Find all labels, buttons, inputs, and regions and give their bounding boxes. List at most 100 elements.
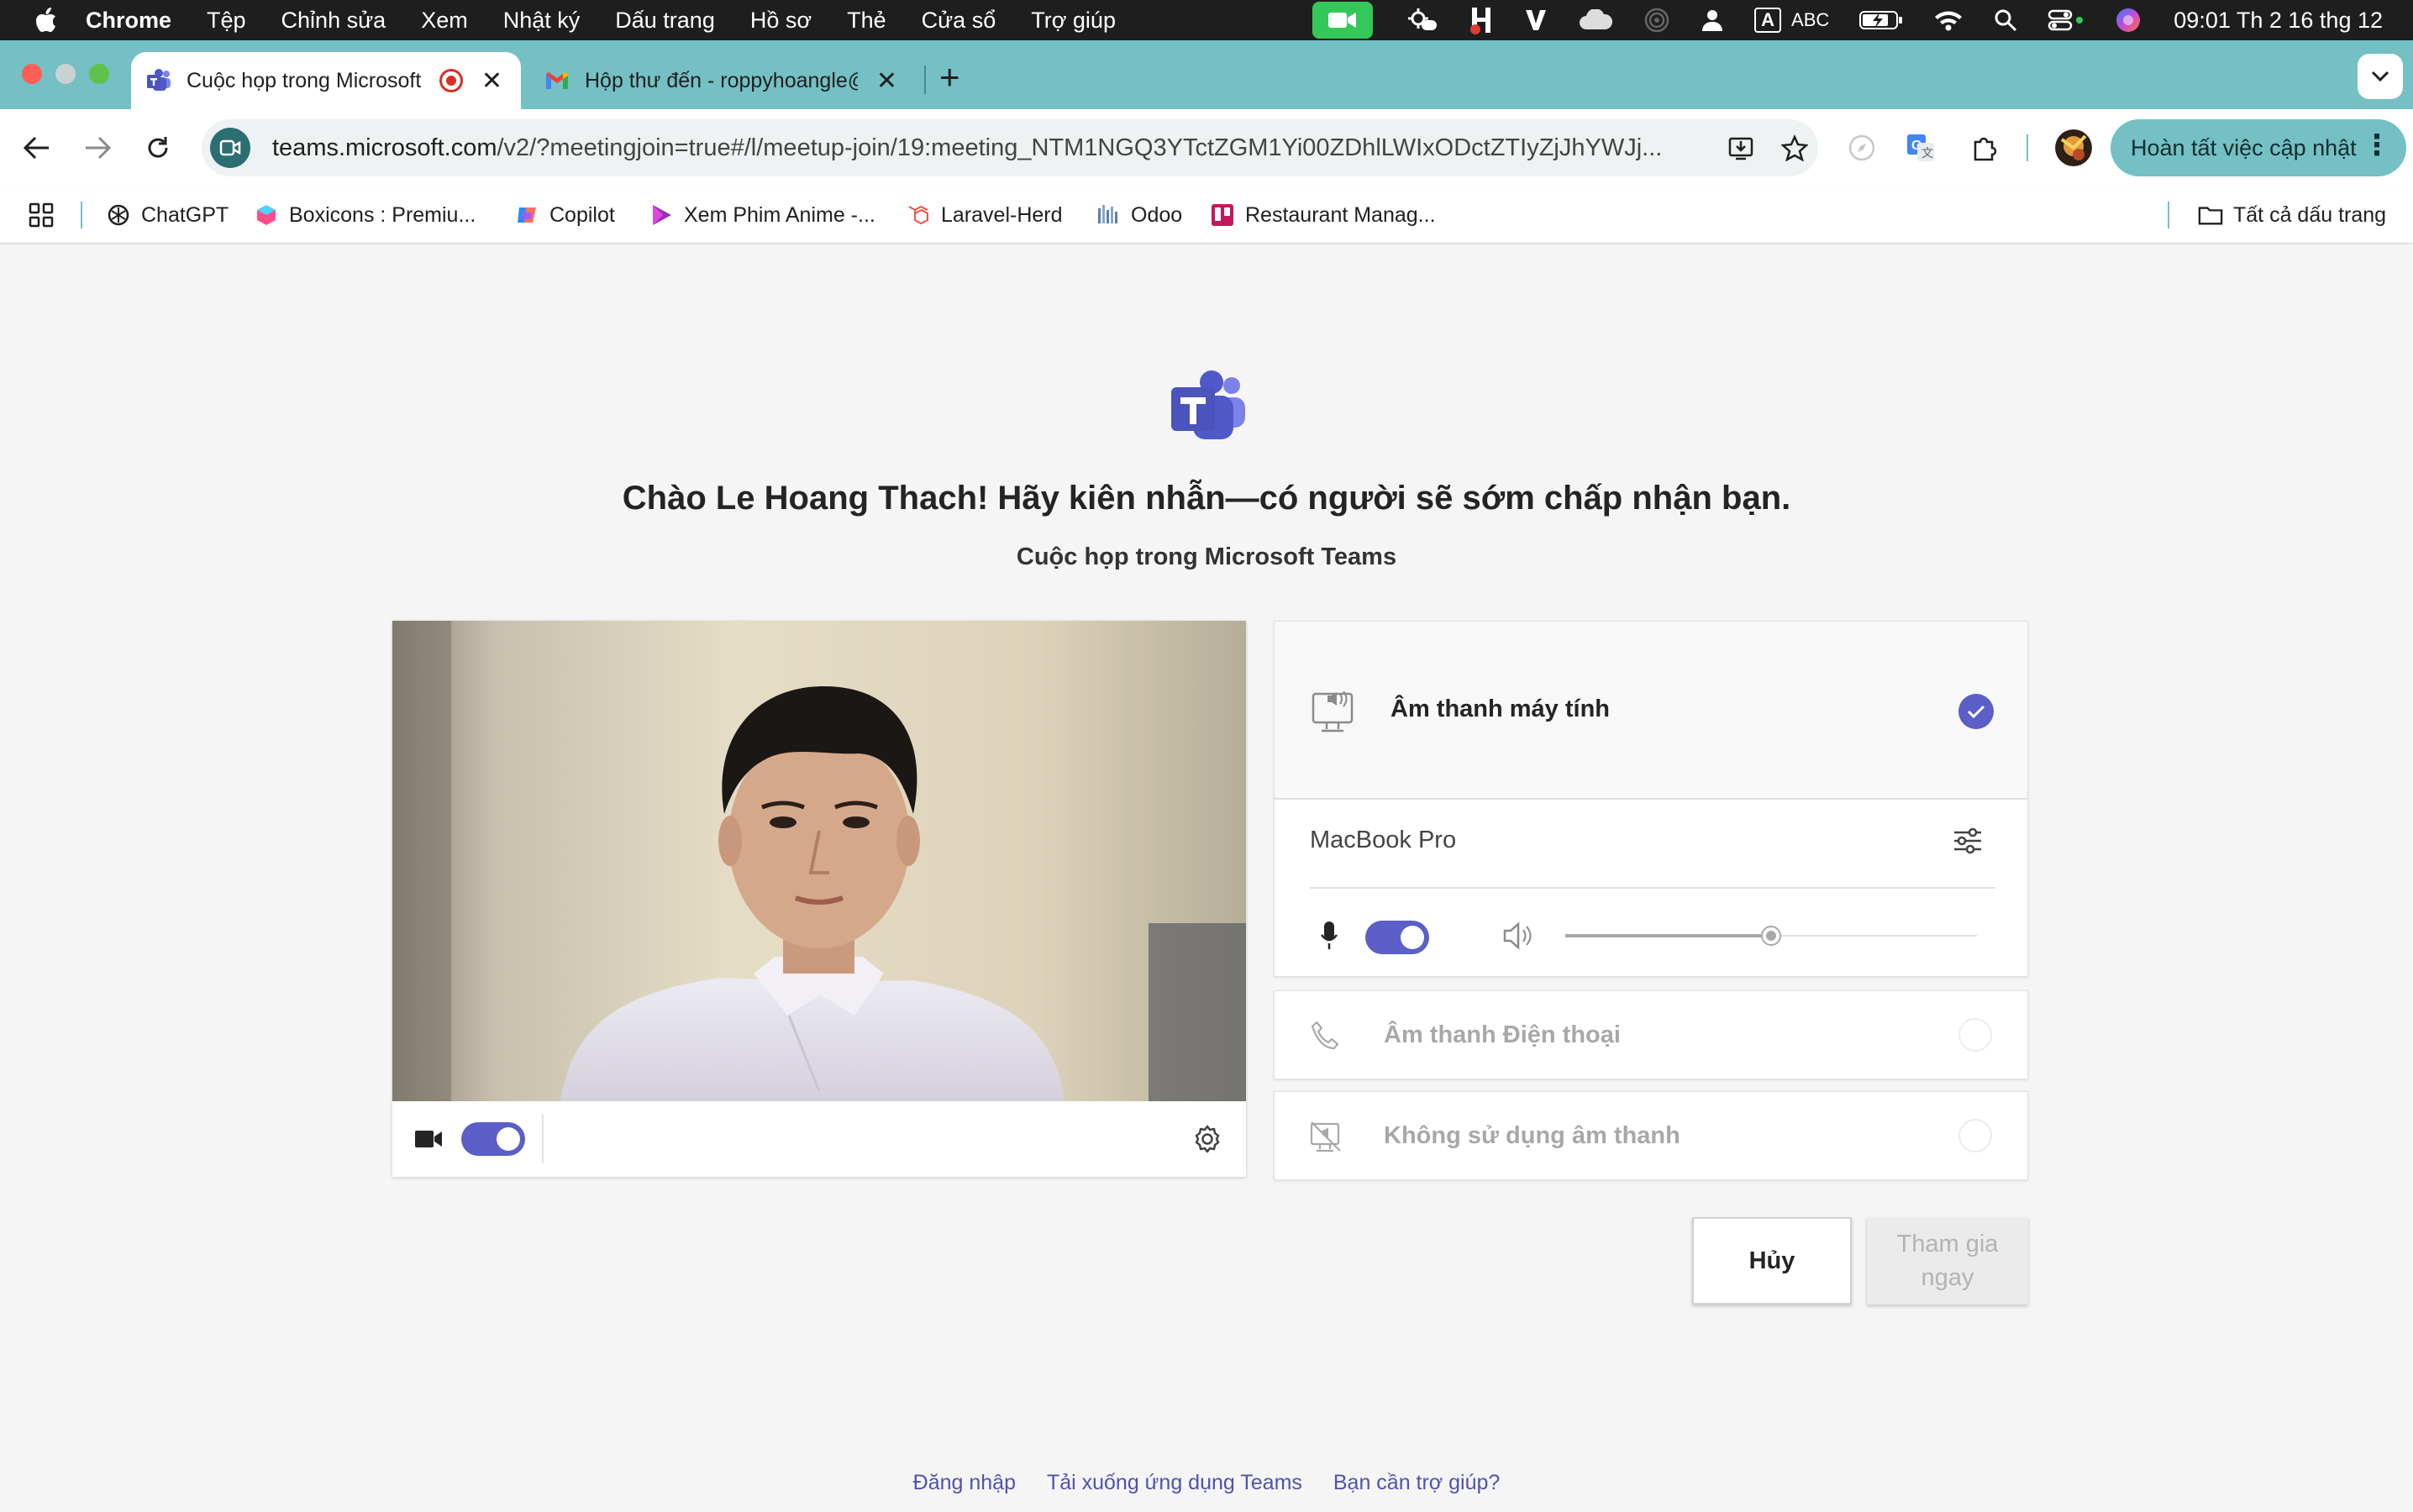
menu-tab[interactable]: Thẻ: [847, 8, 886, 34]
chrome-menu-icon[interactable]: ⋮: [2363, 131, 2391, 160]
browser-toolbar: teams.microsoft.com/v2/?meetingjoin=true…: [0, 109, 2413, 186]
bookmark-restaurant[interactable]: Restaurant Manag...: [1210, 200, 1436, 230]
camera-toggle[interactable]: [461, 1122, 525, 1156]
openai-icon: [106, 202, 131, 228]
bookmark-boxicons[interactable]: Boxicons : Premiu...: [254, 200, 476, 230]
odoo-icon: [1096, 202, 1121, 228]
bookmark-copilot[interactable]: Copilot: [514, 200, 615, 230]
volume-thumb[interactable]: [1761, 926, 1781, 946]
menu-app-name[interactable]: Chrome: [86, 8, 171, 34]
teams-logo: [1170, 369, 1247, 443]
controls-divider: [542, 1115, 544, 1163]
window-zoom-button[interactable]: [89, 64, 109, 84]
video-controls-bar: [392, 1101, 1246, 1177]
v-app-icon[interactable]: [1524, 8, 1548, 32]
menu-bookmarks[interactable]: Dấu trang: [615, 8, 715, 34]
input-source-label: ABC: [1791, 9, 1830, 30]
bookmark-chatgpt[interactable]: ChatGPT: [106, 200, 229, 230]
phone-audio-option[interactable]: Âm thanh Điện thoại: [1274, 990, 2028, 1079]
tab-close-icon[interactable]: ✕: [481, 66, 502, 96]
address-bar[interactable]: teams.microsoft.com/v2/?meetingjoin=true…: [202, 119, 1818, 176]
bookmark-anime[interactable]: Xem Phim Anime -...: [649, 200, 875, 230]
wifi-icon[interactable]: [1933, 8, 1964, 32]
lobby-greeting: Chào Le Hoang Thach! Hãy kiên nhẫn—có ng…: [622, 480, 1791, 517]
all-bookmarks-folder[interactable]: Tất cả dấu trang: [2198, 200, 2386, 230]
browser-tab-strip: Cuộc họp trong Microsoft Teams ✕ Hộp thư…: [0, 40, 2413, 109]
h-app-icon[interactable]: [1469, 6, 1494, 34]
apps-grid-icon[interactable]: [29, 200, 54, 230]
no-audio-option[interactable]: Không sử dụng âm thanh: [1274, 1091, 2028, 1180]
menu-edit[interactable]: Chỉnh sửa: [281, 8, 386, 34]
site-info-icon[interactable]: [210, 128, 250, 168]
bookmark-star-icon[interactable]: [1780, 133, 1810, 163]
siri-icon[interactable]: [2115, 7, 2142, 34]
cloud-icon[interactable]: [1578, 9, 1613, 31]
phone-audio-radio[interactable]: [1958, 1018, 1992, 1052]
recording-indicator-icon: [439, 69, 463, 92]
control-center-icon[interactable]: [2048, 8, 2084, 32]
meeting-subtitle: Cuộc họp trong Microsoft Teams: [1016, 543, 1397, 570]
audio-device-name: MacBook Pro: [1310, 827, 1457, 853]
menubar-clock[interactable]: 09:01 Th 2 16 thg 12: [2174, 8, 2383, 34]
audio-settings-sliders-icon[interactable]: [1952, 825, 1984, 861]
computer-audio-option[interactable]: Âm thanh máy tính: [1274, 621, 2028, 799]
device-settings-gear-icon[interactable]: [1192, 1124, 1222, 1154]
extension-compass-icon[interactable]: [1843, 129, 1880, 166]
tab-gmail-inbox[interactable]: Hộp thư đến - roppyhoangle@gmail.com ✕: [529, 52, 916, 109]
tab-teams-meeting[interactable]: Cuộc họp trong Microsoft Teams ✕: [131, 52, 521, 109]
finish-update-button[interactable]: Hoàn tất việc cập nhật ⋮: [2111, 119, 2406, 176]
menu-window[interactable]: Cửa sổ: [922, 8, 996, 34]
phone-audio-label: Âm thanh Điện thoại: [1384, 1021, 1621, 1048]
bookmark-label: Odoo: [1131, 202, 1183, 227]
spotlight-search-icon[interactable]: [1994, 8, 2017, 32]
battery-icon[interactable]: [1859, 9, 1903, 31]
window-close-button[interactable]: [22, 64, 42, 84]
computer-speaker-icon: [1312, 687, 1359, 738]
profile-avatar[interactable]: [2055, 129, 2092, 166]
download-teams-link[interactable]: Tải xuống ứng dụng Teams: [1047, 1471, 1302, 1494]
tab-title: Hộp thư đến - roppyhoangle@gmail.com: [585, 68, 858, 92]
user-account-icon[interactable]: [1701, 8, 1724, 32]
copilot-icon: [514, 202, 539, 228]
speaker-volume-icon: [1501, 921, 1535, 955]
menu-profiles[interactable]: Hồ sơ: [750, 8, 812, 34]
microphone-toggle[interactable]: [1365, 921, 1429, 954]
url-host: teams.microsoft.com: [272, 134, 497, 161]
install-app-icon[interactable]: [1726, 133, 1756, 163]
window-minimize-button[interactable]: [55, 64, 76, 84]
camera-in-use-icon[interactable]: [1312, 2, 1374, 39]
weather-icon[interactable]: [1406, 7, 1438, 34]
sign-in-link[interactable]: Đăng nhập: [913, 1471, 1016, 1494]
microphone-icon: [1320, 921, 1338, 955]
url-text[interactable]: teams.microsoft.com/v2/?meetingjoin=true…: [272, 134, 1701, 162]
back-button[interactable]: [17, 128, 57, 168]
no-audio-radio[interactable]: [1958, 1119, 1992, 1152]
join-now-button[interactable]: Tham gia ngay: [1867, 1217, 2028, 1305]
extensions-puzzle-icon[interactable]: [1966, 129, 2003, 166]
tab-search-button[interactable]: [2358, 54, 2403, 99]
reload-button[interactable]: [138, 128, 178, 168]
bookmark-divider: [2168, 202, 2169, 228]
apple-menu-icon[interactable]: [35, 8, 57, 33]
menu-history[interactable]: Nhật ký: [503, 8, 581, 34]
help-link[interactable]: Bạn cần trợ giúp?: [1333, 1471, 1500, 1494]
teams-icon: [146, 68, 171, 93]
bookmark-odoo[interactable]: Odoo: [1096, 200, 1182, 230]
volume-fill: [1565, 934, 1771, 937]
airdrop-icon[interactable]: [1643, 7, 1670, 34]
menu-help[interactable]: Trợ giúp: [1031, 8, 1116, 34]
boxicons-icon: [254, 202, 279, 228]
menu-view[interactable]: Xem: [421, 8, 468, 34]
bookmark-label: Boxicons : Premiu...: [289, 202, 476, 227]
menu-file[interactable]: Tệp: [207, 8, 246, 34]
forward-button[interactable]: [77, 128, 118, 168]
google-translate-icon[interactable]: G文: [1902, 129, 1939, 166]
video-preview-card: [392, 621, 1246, 1177]
cancel-button[interactable]: Hủy: [1692, 1217, 1852, 1305]
macos-menu-bar: Chrome Tệp Chỉnh sửa Xem Nhật ký Dấu tra…: [0, 0, 2413, 40]
bookmark-laravel-herd[interactable]: Laravel-Herd: [906, 200, 1063, 230]
speaker-volume-slider[interactable]: [1565, 926, 1977, 946]
tab-close-icon[interactable]: ✕: [876, 66, 897, 96]
new-tab-button[interactable]: +: [939, 60, 960, 95]
input-source-icon[interactable]: A ABC: [1754, 8, 1829, 33]
